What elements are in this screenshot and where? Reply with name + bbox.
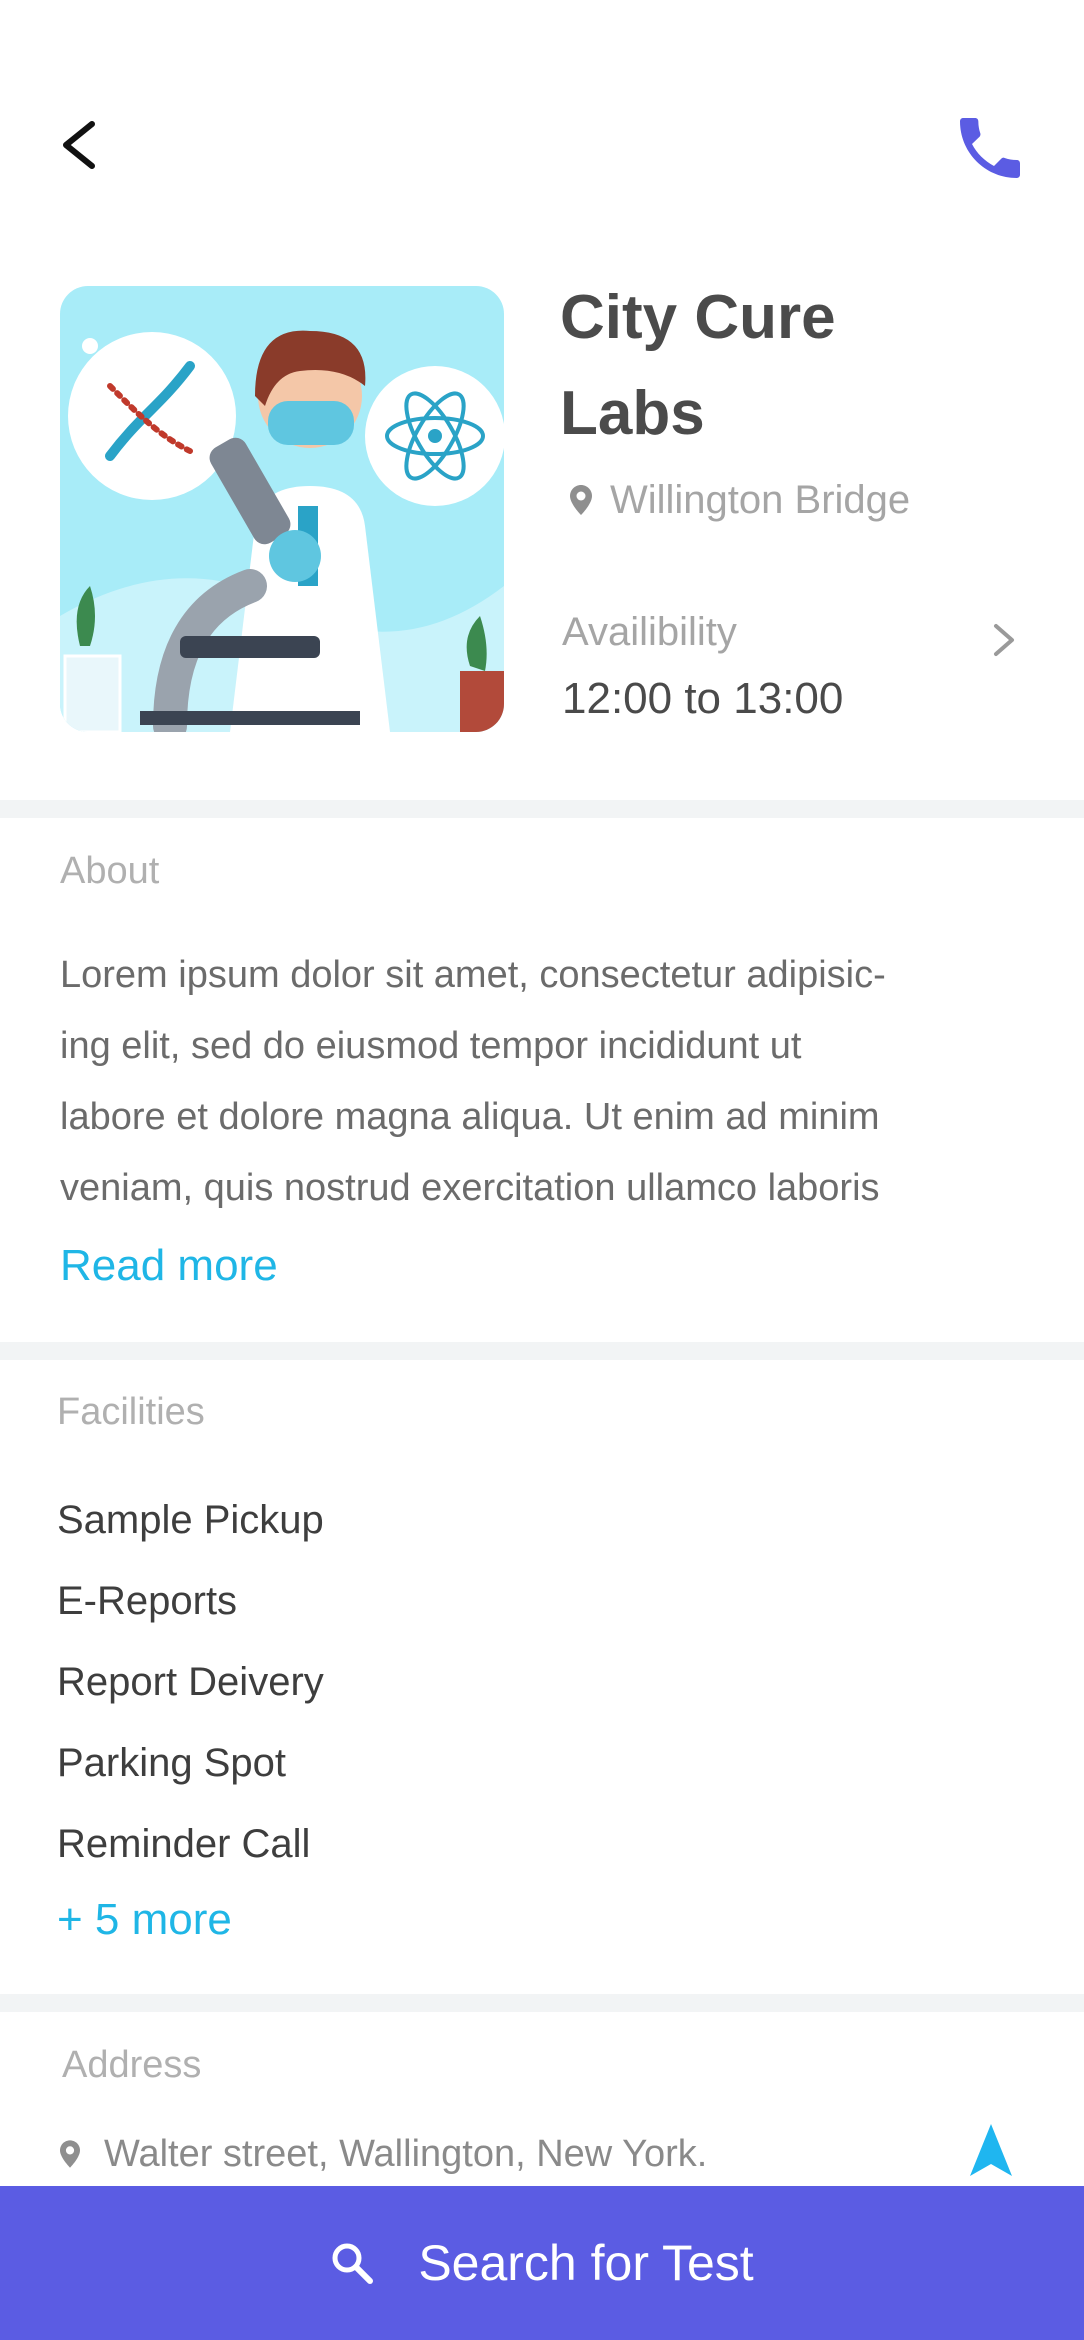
facility-item: Sample Pickup — [57, 1498, 324, 1542]
lab-location-text: Willington Bridge — [610, 477, 911, 522]
top-bar — [0, 0, 1084, 260]
phone-icon — [960, 118, 1020, 178]
chevron-left-icon — [63, 121, 95, 169]
address-row: Walter street, Wallington, New York. — [60, 2124, 1020, 2184]
address-text: Walter street, Wallington, New York. — [104, 2132, 708, 2175]
facilities-label: Facilities — [57, 1391, 205, 1433]
search-for-test-button[interactable]: Search for Test — [0, 2186, 1084, 2340]
about-label: About — [60, 850, 160, 892]
address-label: Address — [62, 2044, 202, 2086]
more-facilities-link[interactable]: + 5 more — [57, 1895, 232, 1945]
availability-time: 12:00 to 13:00 — [562, 674, 844, 723]
facility-item: E-Reports — [57, 1579, 238, 1623]
about-line: Lorem ipsum dolor sit amet, consectetur … — [60, 954, 886, 996]
location-pin-icon — [60, 2140, 80, 2168]
search-icon — [332, 2243, 374, 2284]
search-for-test-label: Search for Test — [418, 2235, 754, 2291]
facility-item: Reminder Call — [57, 1822, 311, 1866]
section-divider — [0, 1342, 1084, 1360]
navigate-button[interactable] — [966, 2122, 1016, 2180]
lab-name-line-1: City Cure — [560, 283, 836, 352]
lab-image — [60, 286, 504, 732]
facility-list: Sample Pickup E-Reports Report Deivery P… — [57, 1490, 324, 1895]
back-button[interactable] — [52, 110, 112, 180]
lab-location: Willington Bridge — [570, 470, 910, 530]
call-button[interactable] — [950, 108, 1030, 188]
chevron-right-icon — [994, 624, 1014, 656]
lab-name-line-2: Labs — [560, 379, 705, 448]
facility-item: Report Deivery — [57, 1660, 324, 1704]
about-text: Lorem ipsum dolor sit amet, consectetur … — [60, 940, 1020, 1224]
navigation-arrow-icon — [970, 2124, 1012, 2176]
section-divider — [0, 1994, 1084, 2012]
section-divider — [0, 800, 1084, 818]
facility-item: Parking Spot — [57, 1741, 287, 1785]
scientist-microscope-illustration — [60, 286, 504, 732]
availability-label: Availibility — [562, 610, 737, 654]
about-line: veniam, quis nostrud exercitation ullamc… — [60, 1167, 880, 1209]
location-pin-icon — [570, 485, 592, 515]
lab-name: City Cure Labs — [560, 270, 1030, 462]
about-line: ing elit, sed do eiusmod tempor incididu… — [60, 1025, 802, 1067]
availability-row[interactable]: Availibility 12:00 to 13:00 — [562, 600, 1022, 740]
about-line: labore et dolore magna aliqua. Ut enim a… — [60, 1096, 880, 1138]
read-more-link[interactable]: Read more — [60, 1241, 278, 1291]
